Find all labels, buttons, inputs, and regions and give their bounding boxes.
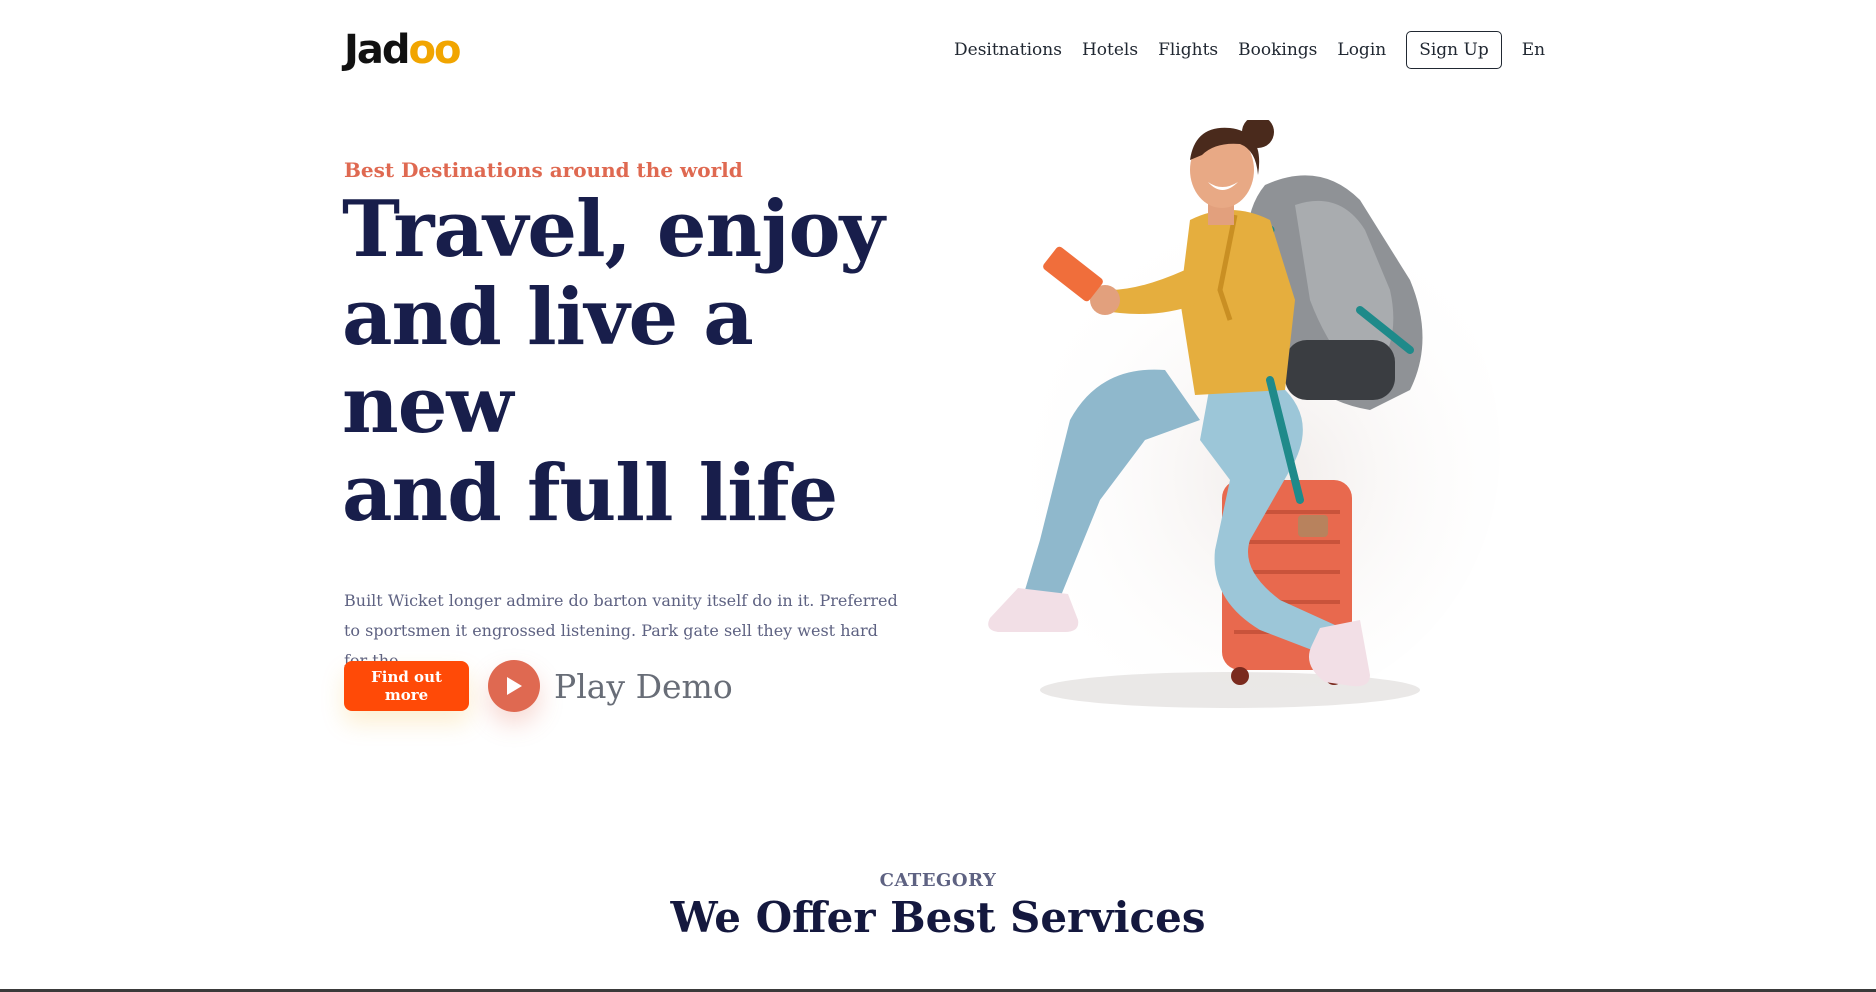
main-nav: Desitnations Hotels Flights Bookings Log…	[954, 30, 1545, 70]
play-demo-label: Play Demo	[554, 666, 733, 706]
language-selector[interactable]: En	[1522, 40, 1545, 60]
hero-headline: Travel, enjoy and live a new and full li…	[342, 186, 942, 538]
category-label: CATEGORY	[879, 870, 997, 891]
brand-logo[interactable]: Jadoo	[344, 26, 462, 74]
headline-line-4: and full life	[342, 448, 838, 539]
nav-item-bookings[interactable]: Bookings	[1238, 40, 1317, 60]
headline-line-1: Travel, enjoy	[342, 184, 885, 275]
nav-item-destinations[interactable]: Desitnations	[954, 40, 1062, 60]
play-icon	[488, 660, 540, 712]
logo-accent-text: oo	[408, 27, 462, 73]
headline-line-2: and live a	[342, 272, 754, 363]
nav-item-login[interactable]: Login	[1337, 40, 1386, 60]
nav-item-flights[interactable]: Flights	[1158, 40, 1218, 60]
headline-line-3: new	[342, 360, 513, 451]
find-out-more-button[interactable]: Find out more	[344, 661, 469, 711]
category-title: We Offer Best Services	[670, 893, 1206, 942]
signup-button[interactable]: Sign Up	[1406, 31, 1502, 69]
hero-eyebrow: Best Destinations around the world	[344, 158, 743, 182]
logo-text: Jad	[344, 27, 411, 73]
play-demo-button[interactable]: Play Demo	[488, 660, 733, 712]
nav-item-hotels[interactable]: Hotels	[1082, 40, 1138, 60]
traveler-illustration	[940, 116, 1500, 730]
